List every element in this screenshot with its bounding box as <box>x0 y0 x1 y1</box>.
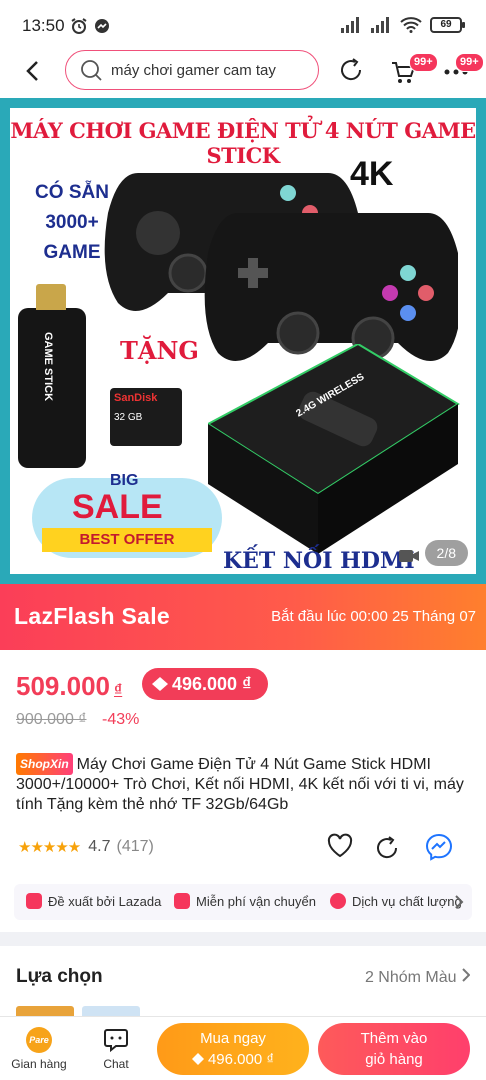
video-icon[interactable] <box>398 548 420 564</box>
signal-icon <box>341 17 359 33</box>
voucher-icon <box>152 677 168 691</box>
cart-badge: 99+ <box>409 53 438 72</box>
discount-percent: -43% <box>102 711 140 728</box>
add-to-cart-line2: giỏ hàng <box>365 1051 423 1068</box>
product-image: MÁY CHƠI GAME ĐIỆN TỬ 4 NÚT GAME STICK 4… <box>10 108 476 574</box>
more-badge: 99+ <box>455 53 484 72</box>
search-text: máy chơi gamer cam tay <box>111 62 276 79</box>
sd-card-illustration: SanDisk 32 GB <box>110 388 182 446</box>
chevron-right-icon[interactable] <box>454 894 464 910</box>
hdmi-plug <box>36 284 66 310</box>
product-title: ShopXin Máy Chơi Game Điện Tử 4 Nút Game … <box>16 753 466 815</box>
search-input[interactable]: máy chơi gamer cam tay <box>65 50 319 90</box>
sd-size: 32 GB <box>114 412 143 423</box>
alarm-icon <box>71 18 87 34</box>
sale-word: SALE <box>72 488 163 526</box>
variant-title: Lựa chọn <box>16 966 103 987</box>
top-nav: máy chơi gamer cam tay 99+ 99+ <box>0 44 486 98</box>
buy-now-price-row: 496.000 ₫ <box>157 1049 309 1070</box>
status-right: 69 <box>340 17 465 33</box>
shopxin-tag: ShopXin <box>16 753 73 775</box>
share-icon[interactable] <box>338 56 366 84</box>
product-image-carousel[interactable]: MÁY CHƠI GAME ĐIỆN TỬ 4 NÚT GAME STICK 4… <box>0 98 486 584</box>
wifi-icon <box>400 17 422 33</box>
search-icon <box>81 60 102 81</box>
review-count: (417) <box>116 838 154 855</box>
wishlist-heart-icon[interactable] <box>326 832 354 860</box>
feature-free-shipping: Miễn phí vận chuyển <box>196 894 316 909</box>
sale-offer: BEST OFFER <box>42 528 212 552</box>
sd-brand: SanDisk <box>114 392 158 404</box>
price-currency: ₫ <box>113 682 123 699</box>
bottom-action-bar: Pare Gian hàng Chat Mua ngay 496.000 ₫ T… <box>0 1016 486 1080</box>
messenger-icon <box>95 19 109 33</box>
quality-service-icon <box>330 893 346 909</box>
add-to-cart-button[interactable]: Thêm vào giỏ hàng <box>318 1023 470 1075</box>
game-stick-illustration: GAME STICK <box>18 284 86 468</box>
variant-count[interactable]: 2 Nhóm Màu <box>364 968 471 987</box>
chat-icon <box>104 1029 128 1053</box>
connect-text: KẾT NỐI HDMI <box>223 548 415 574</box>
chat-label: Chat <box>103 1057 129 1071</box>
battery-icon: 69 <box>430 17 465 33</box>
stick-label: GAME STICK <box>42 332 54 402</box>
sale-badge: BIG SALE BEST OFFER <box>32 472 222 558</box>
flash-sale-start: Bắt đầu lúc 00:00 25 Tháng 07 <box>271 608 476 625</box>
rating-stars-icon: ★★★★★ <box>18 839 81 856</box>
box-illustration <box>208 344 460 554</box>
voucher-icon-2 <box>191 1053 204 1065</box>
chat-button[interactable]: Chat <box>86 1027 146 1071</box>
messenger-share-icon[interactable] <box>424 832 454 862</box>
status-icons <box>70 17 111 35</box>
variant-count-text: 2 Nhóm Màu <box>364 969 457 986</box>
store-button[interactable]: Pare Gian hàng <box>8 1027 70 1071</box>
voucher-price-badge[interactable]: 496.000 ₫ <box>142 668 268 700</box>
clock: 13:50 <box>22 16 65 35</box>
rating-row[interactable]: ★★★★★ 4.7 (417) <box>18 838 154 856</box>
lazada-icon <box>26 893 42 909</box>
share-icon-2[interactable] <box>374 834 402 862</box>
signal-icon-2 <box>371 17 389 33</box>
product-title-text: Máy Chơi Game Điện Tử 4 Nút Game Stick H… <box>16 756 464 813</box>
chevron-right-icon-2 <box>462 968 471 982</box>
voucher-price: 496.000 ₫ <box>172 674 252 694</box>
price-value: 509.000 <box>16 671 110 701</box>
back-arrow-icon[interactable] <box>22 58 44 84</box>
current-price: 509.000 ₫ <box>16 671 122 702</box>
image-counter: 2/8 <box>424 540 468 566</box>
add-to-cart-line1: Thêm vào <box>360 1030 428 1047</box>
store-logo-icon: Pare <box>26 1027 52 1053</box>
feature-quality-service: Dịch vụ chất lượng <box>352 894 462 909</box>
buy-now-price: 496.000 ₫ <box>207 1051 275 1068</box>
status-bar: 13:50 69 <box>0 0 486 44</box>
flash-sale-logo: LazFlash Sale <box>14 603 171 629</box>
buy-now-button[interactable]: Mua ngay 496.000 ₫ <box>157 1023 309 1075</box>
store-label: Gian hàng <box>11 1057 67 1071</box>
rating-value: 4.7 <box>88 838 111 855</box>
buy-now-label: Mua ngay <box>200 1030 266 1047</box>
free-shipping-icon <box>174 893 190 909</box>
service-features[interactable]: Đề xuất bởi Lazada Miễn phí vận chuyển D… <box>14 884 472 920</box>
gift-text: TẶNG <box>120 336 199 365</box>
original-price: 900.000 ₫ <box>16 711 87 728</box>
flash-sale-banner[interactable]: LazFlash Sale Bắt đầu lúc 00:00 25 Tháng… <box>0 584 486 650</box>
feature-recommended: Đề xuất bởi Lazada <box>48 894 162 909</box>
